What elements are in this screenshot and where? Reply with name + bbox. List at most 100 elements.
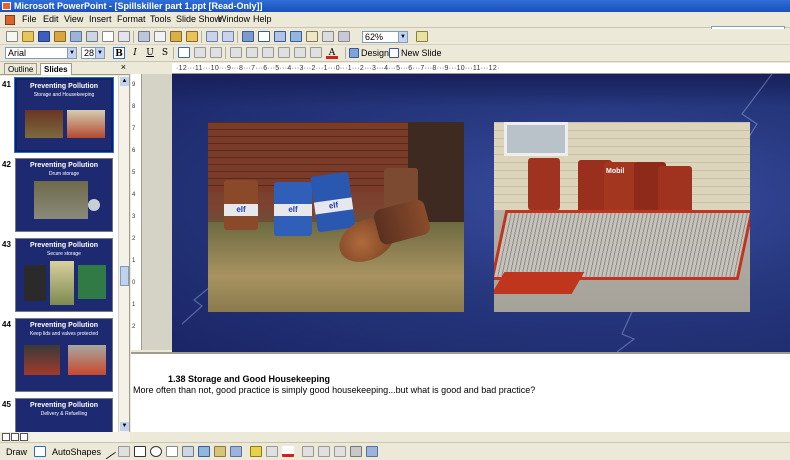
slide-canvas[interactable]: elf elf elf Mobil — [172, 74, 790, 352]
menu-slide-show[interactable]: Slide Show — [176, 14, 221, 24]
slide-thumbnail-row[interactable]: 43 Preventing Pollution Secure storage — [0, 238, 118, 314]
select-objects-icon[interactable] — [34, 446, 46, 457]
font-size-combo[interactable]: 28 ▼ — [81, 47, 105, 59]
menu-tools[interactable]: Tools — [150, 14, 171, 24]
slide-thumbnail-row[interactable]: 44 Preventing Pollution Keep lids and va… — [0, 318, 118, 394]
autoshapes-menu-button[interactable]: AutoShapes — [52, 446, 101, 458]
scroll-up-icon[interactable]: ▲ — [120, 77, 129, 86]
open-icon[interactable] — [22, 31, 34, 42]
expand-all-icon[interactable] — [306, 31, 318, 42]
insert-chart-icon[interactable] — [242, 31, 254, 42]
scrollbar-thumb[interactable] — [120, 266, 129, 286]
cut-icon[interactable] — [138, 31, 150, 42]
chevron-down-icon[interactable]: ▼ — [398, 32, 407, 42]
oval-icon[interactable] — [150, 446, 162, 457]
shadow-button[interactable]: S — [159, 47, 171, 59]
draw-menu-button[interactable]: Draw — [6, 446, 27, 458]
save-icon[interactable] — [38, 31, 50, 42]
increase-font-icon[interactable] — [262, 47, 274, 58]
spelling-icon[interactable] — [118, 31, 130, 42]
help-icon[interactable] — [416, 31, 428, 42]
notes-pane[interactable]: 1.38 Storage and Good Housekeeping More … — [131, 352, 790, 432]
new-slide-button[interactable]: New Slide — [401, 47, 442, 59]
slide-thumbnail-row[interactable]: 42 Preventing Pollution Drum storage — [0, 158, 118, 234]
font-name-combo[interactable]: Arial ▼ — [5, 47, 77, 59]
slide-thumbnail-row[interactable]: 45 Preventing Pollution Delivery & Refue… — [0, 398, 118, 432]
tables-borders-icon[interactable] — [274, 31, 286, 42]
decrease-indent-icon[interactable] — [294, 47, 306, 58]
arrow-style-icon[interactable] — [334, 446, 346, 457]
font-color-button[interactable]: A — [326, 47, 338, 59]
wordart-icon[interactable] — [182, 446, 194, 457]
photo-drums-bad-storage[interactable]: elf elf elf — [208, 122, 464, 312]
insert-diagram-icon[interactable] — [290, 31, 302, 42]
slide-sorter-view-icon[interactable] — [11, 433, 19, 441]
menu-file[interactable]: File — [22, 14, 37, 24]
menu-help[interactable]: Help — [253, 14, 272, 24]
clip-art-icon[interactable] — [214, 446, 226, 457]
bold-button[interactable]: B — [113, 47, 125, 59]
picture-icon[interactable] — [230, 446, 242, 457]
insert-table-icon[interactable] — [258, 31, 270, 42]
3d-style-icon[interactable] — [366, 446, 378, 457]
font-color-icon[interactable] — [282, 446, 294, 457]
slide-thumbnail-row[interactable]: 41 Preventing Pollution Storage and Hous… — [0, 77, 118, 154]
thumbnail-scrollbar[interactable]: ▲ ▼ — [118, 76, 129, 432]
standard-toolbar: 62% ▼ — [0, 29, 790, 45]
numbering-icon[interactable] — [230, 47, 242, 58]
grayscale-icon[interactable] — [338, 31, 350, 42]
menu-view[interactable]: View — [64, 14, 83, 24]
tab-outline[interactable]: Outline — [4, 63, 38, 75]
line-icon[interactable] — [99, 443, 117, 460]
slide-thumbnail[interactable]: Preventing Pollution Storage and Houseke… — [14, 77, 114, 153]
rectangle-icon[interactable] — [134, 446, 146, 457]
fill-color-icon[interactable] — [250, 446, 262, 457]
horizontal-scrollbar[interactable] — [30, 432, 130, 442]
scroll-down-icon[interactable]: ▼ — [120, 422, 129, 431]
dash-style-icon[interactable] — [318, 446, 330, 457]
document-icon[interactable] — [5, 15, 15, 25]
format-painter-icon[interactable] — [186, 31, 198, 42]
new-icon[interactable] — [6, 31, 18, 42]
email-icon[interactable] — [70, 31, 82, 42]
slide-show-view-icon[interactable] — [20, 433, 28, 441]
textbox-icon[interactable] — [166, 446, 178, 457]
slide-thumbnail[interactable]: Preventing Pollution Keep lids and valve… — [15, 318, 113, 392]
menu-format[interactable]: Format — [117, 14, 146, 24]
menu-window[interactable]: Window — [218, 14, 250, 24]
print-icon[interactable] — [86, 31, 98, 42]
slide-thumbnail[interactable]: Preventing Pollution Drum storage — [15, 158, 113, 232]
slide-thumbnail[interactable]: Preventing Pollution Secure storage — [15, 238, 113, 312]
chevron-down-icon[interactable]: ▼ — [67, 48, 76, 58]
chevron-down-icon[interactable]: ▼ — [95, 48, 104, 58]
show-formatting-icon[interactable] — [322, 31, 334, 42]
zoom-combo[interactable]: 62% ▼ — [362, 31, 408, 43]
permission-icon[interactable] — [54, 31, 66, 42]
line-style-icon[interactable] — [302, 446, 314, 457]
underline-button[interactable]: U — [144, 47, 156, 59]
increase-indent-icon[interactable] — [310, 47, 322, 58]
shadow-style-icon[interactable] — [350, 446, 362, 457]
menu-edit[interactable]: Edit — [43, 14, 59, 24]
align-left-icon[interactable] — [178, 47, 190, 58]
align-center-icon[interactable] — [194, 47, 206, 58]
align-right-icon[interactable] — [210, 47, 222, 58]
menu-insert[interactable]: Insert — [89, 14, 112, 24]
redo-icon[interactable] — [222, 31, 234, 42]
close-pane-icon[interactable]: × — [121, 62, 126, 72]
normal-view-icon[interactable] — [2, 433, 10, 441]
copy-icon[interactable] — [154, 31, 166, 42]
diagram-icon[interactable] — [198, 446, 210, 457]
print-preview-icon[interactable] — [102, 31, 114, 42]
tab-slides[interactable]: Slides — [40, 63, 72, 75]
arrow-icon[interactable] — [118, 446, 130, 457]
design-button[interactable]: Design — [361, 47, 389, 59]
italic-button[interactable]: I — [129, 47, 141, 59]
slide-thumbnail[interactable]: Preventing Pollution Delivery & Refuelli… — [15, 398, 113, 432]
paste-icon[interactable] — [170, 31, 182, 42]
photo-drums-good-storage[interactable]: Mobil — [494, 122, 750, 312]
undo-icon[interactable] — [206, 31, 218, 42]
decrease-font-icon[interactable] — [278, 47, 290, 58]
bullets-icon[interactable] — [246, 47, 258, 58]
line-color-icon[interactable] — [266, 446, 278, 457]
